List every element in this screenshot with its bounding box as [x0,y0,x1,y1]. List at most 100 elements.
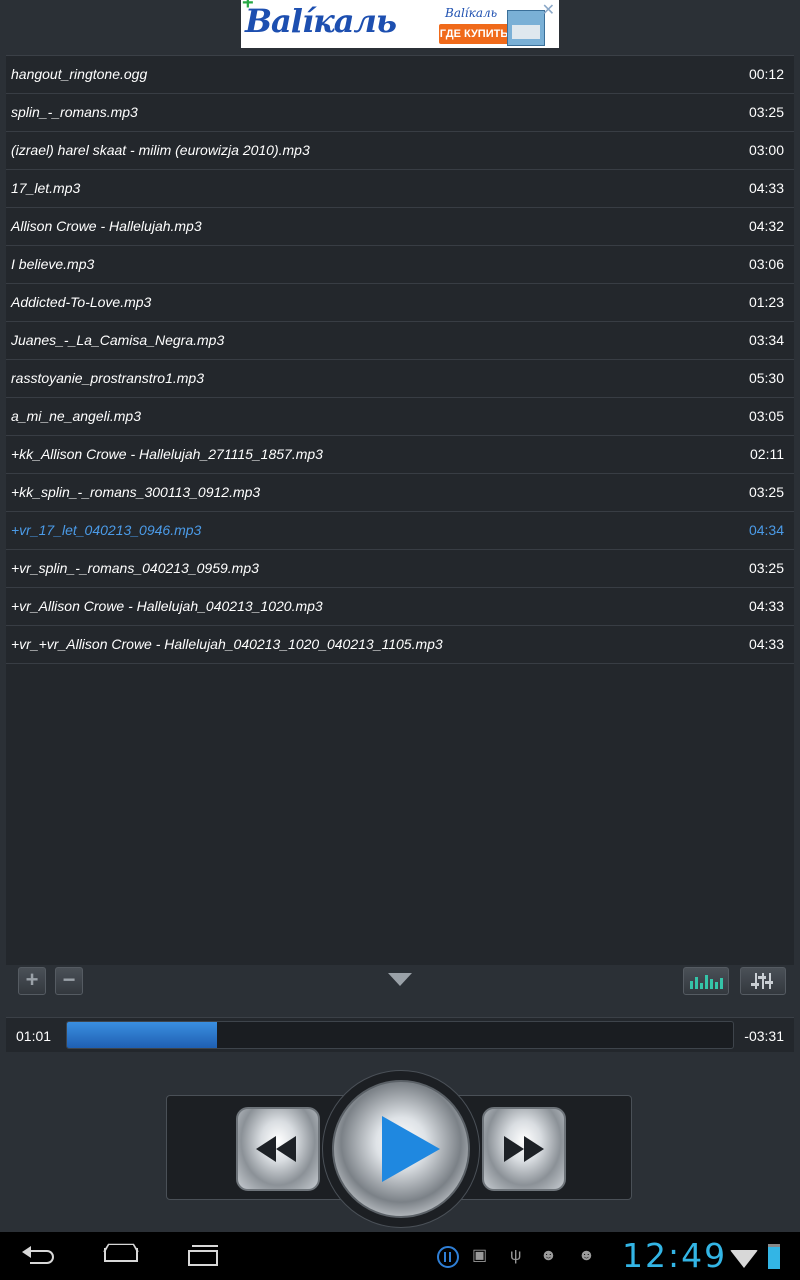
fast-forward-button[interactable] [482,1107,566,1191]
equalizer-knob [765,981,773,984]
play-button[interactable] [332,1080,470,1218]
track-name: Allison Crowe - Hallelujah.mp3 [11,218,202,234]
track-name: 17_let.mp3 [11,180,81,196]
visualizer-bar [700,983,703,989]
usb-icon: ψ [510,1247,522,1264]
ad-buy-button[interactable]: ГДЕ КУПИТЬ [439,24,509,44]
track-duration: 04:33 [748,598,784,614]
wifi-icon [730,1250,758,1268]
track-name: +vr_splin_-_romans_040213_0959.mp3 [11,560,259,576]
track-duration: 03:25 [748,484,784,500]
track-row[interactable]: I believe.mp3 03:06 [6,246,794,284]
equalizer-slider [755,973,757,989]
track-row[interactable]: +vr_+vr_Allison Crowe - Hallelujah_04021… [6,626,794,664]
track-row[interactable]: Juanes_-_La_Camisa_Negra.mp3 03:34 [6,322,794,360]
rewind-icon [256,1136,276,1162]
fast-forward-icon [504,1136,524,1162]
track-duration: 03:05 [748,408,784,424]
track-duration: 04:33 [748,636,784,652]
visualizer-bar [695,977,698,989]
track-row[interactable]: +vr_splin_-_romans_040213_0959.mp3 03:25 [6,550,794,588]
remaining-time: -03:31 [744,1028,784,1044]
track-duration: 04:32 [748,218,784,234]
collapse-icon[interactable] [388,973,412,986]
track-name: +vr_Allison Crowe - Hallelujah_040213_10… [11,598,323,614]
track-row[interactable]: hangout_ringtone.ogg 00:12 [6,56,794,94]
track-duration: 03:25 [748,560,784,576]
seek-bar-fill [67,1022,217,1048]
track-duration: 05:30 [748,370,784,386]
back-icon[interactable] [22,1244,56,1264]
track-row[interactable]: splin_-_romans.mp3 03:25 [6,94,794,132]
recent-apps-icon[interactable] [184,1244,218,1266]
playlist: hangout_ringtone.ogg 00:12 splin_-_romans.… [6,55,794,966]
seek-bar[interactable] [66,1021,734,1049]
track-duration: 01:23 [748,294,784,310]
track-name: +kk_Allison Crowe - Hallelujah_271115_18… [11,446,323,462]
track-name: Addicted-To-Love.mp3 [11,294,152,310]
track-name: I believe.mp3 [11,256,95,272]
equalizer-knob [751,983,759,986]
track-row[interactable]: 17_let.mp3 04:33 [6,170,794,208]
track-duration: 04:33 [748,180,784,196]
visualizer-bar [690,981,693,989]
track-duration: 03:34 [748,332,784,348]
rewind-button[interactable] [236,1107,320,1191]
track-name: +vr_17_let_040213_0946.mp3 [11,522,202,538]
transport-controls [0,1052,800,1232]
pharmacy-cross-icon: + [242,0,254,14]
notification-icon: ☻ [540,1247,557,1264]
play-icon [382,1116,440,1182]
remove-track-button[interactable]: − [55,967,83,995]
track-duration: 04:34 [748,522,784,538]
ad-area: Вalíкаль Вalíкаль + ГДЕ КУПИТЬ ✕ [0,0,800,50]
track-name: hangout_ringtone.ogg [11,66,148,82]
progress-area: 01:01 -03:31 [6,1017,794,1052]
track-duration: 02:11 [750,446,784,462]
home-icon[interactable] [102,1244,138,1262]
elapsed-time: 01:01 [16,1028,52,1044]
track-row[interactable]: +kk_splin_-_romans_300113_0912.mp3 03:25 [6,474,794,512]
android-debug-icon: ▣ [472,1247,488,1264]
add-track-button[interactable]: + [18,967,46,995]
track-row[interactable]: +kk_Allison Crowe - Hallelujah_271115_18… [6,436,794,474]
ad-small-logo: Вalíкаль [445,6,498,20]
ad-logo: Вalíкаль [245,2,397,40]
visualizer-bar [715,982,718,989]
equalizer-button[interactable] [740,967,786,995]
notification-icon-2: ☻ [578,1247,595,1264]
track-row[interactable]: +vr_17_let_040213_0946.mp3 04:34 [6,512,794,550]
track-name: (izrael) harel skaat - milim (eurowizja … [11,142,310,158]
system-bar: ▣ ψ ☻ ☻ 12:49 [0,1232,800,1280]
fast-forward-icon [524,1136,544,1162]
track-row[interactable]: Allison Crowe - Hallelujah.mp3 04:32 [6,208,794,246]
track-row[interactable]: Addicted-To-Love.mp3 01:23 [6,284,794,322]
track-duration: 00:12 [748,66,784,82]
track-name: a_mi_ne_angeli.mp3 [11,408,141,424]
media-pause-notification-icon[interactable] [437,1246,459,1268]
track-row[interactable]: +vr_Allison Crowe - Hallelujah_040213_10… [6,588,794,626]
visualizer-bar [710,979,713,989]
track-row[interactable]: rasstoyanie_prostranstro1.mp3 05:30 [6,360,794,398]
playlist-toolbar: + − [6,965,794,997]
track-duration: 03:06 [748,256,784,272]
battery-icon [768,1244,780,1269]
track-duration: 03:25 [748,104,784,120]
ad-banner[interactable]: Вalíкаль Вalíкаль + ГДЕ КУПИТЬ ✕ [241,0,559,48]
equalizer-knob [758,976,766,979]
rewind-icon [276,1136,296,1162]
track-name: Juanes_-_La_Camisa_Negra.mp3 [11,332,225,348]
track-name: +vr_+vr_Allison Crowe - Hallelujah_04021… [11,636,443,652]
track-name: splin_-_romans.mp3 [11,104,138,120]
track-row[interactable]: (izrael) harel skaat - milim (eurowizja … [6,132,794,170]
visualizer-bar [705,975,708,989]
ad-product-image [507,10,545,46]
track-duration: 03:00 [748,142,784,158]
track-name: +kk_splin_-_romans_300113_0912.mp3 [11,484,261,500]
track-row[interactable]: a_mi_ne_angeli.mp3 03:05 [6,398,794,436]
ad-close-icon[interactable]: ✕ [542,0,555,20]
visualizer-button[interactable] [683,967,729,995]
clock[interactable]: 12:49 [622,1236,727,1275]
track-name: rasstoyanie_prostranstro1.mp3 [11,370,204,386]
visualizer-bar [720,978,723,989]
